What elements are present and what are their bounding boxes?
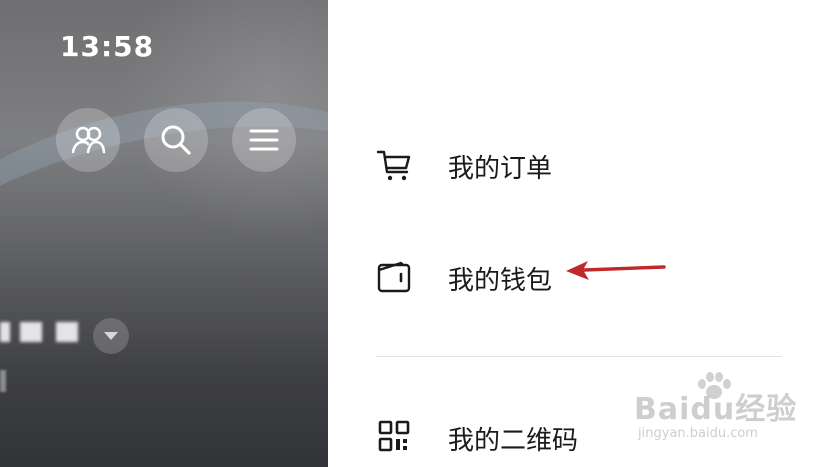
background-panel: 13:58 [0, 0, 328, 467]
watermark-main: Baidu经验 [634, 392, 798, 427]
menu-label-wallet[interactable]: 我的钱包 [448, 260, 552, 297]
menu-item-qrcode[interactable] [376, 419, 412, 455]
qr-code-icon [376, 419, 412, 455]
annotation-arrow [566, 261, 666, 280]
status-time: 13:58 [60, 30, 155, 63]
watermark-sub: jingyan.baidu.com [638, 426, 758, 441]
blurred-text [0, 370, 6, 392]
chevron-down-icon [104, 332, 118, 340]
menu-icon [249, 129, 279, 151]
blurred-name [20, 322, 42, 342]
blurred-name [0, 322, 10, 342]
menu-button[interactable] [232, 108, 296, 172]
menu-item-wallet[interactable] [376, 259, 412, 295]
menu-item-orders[interactable] [376, 147, 412, 183]
cart-icon [376, 147, 412, 183]
account-dropdown[interactable] [93, 318, 129, 354]
blurred-name [56, 322, 78, 342]
watermark: Baidu经验 jingyan.baidu.com [628, 370, 818, 450]
menu-divider [376, 356, 782, 357]
search-icon [161, 125, 191, 155]
wallet-icon [376, 259, 412, 295]
friends-button[interactable] [56, 108, 120, 172]
friends-icon [71, 126, 106, 154]
menu-label-orders[interactable]: 我的订单 [448, 148, 552, 185]
menu-label-qrcode[interactable]: 我的二维码 [448, 420, 578, 457]
search-button[interactable] [144, 108, 208, 172]
